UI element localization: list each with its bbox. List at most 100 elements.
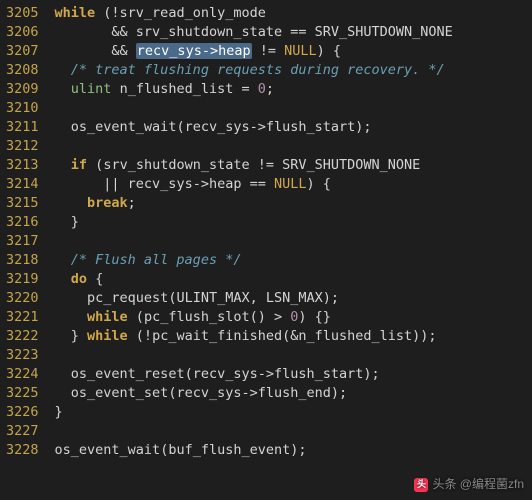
line-number: 3208 [6, 61, 39, 80]
code-line[interactable]: os_event_wait(buf_flush_event); [55, 441, 453, 460]
token-kw: if [71, 157, 87, 173]
token-op: )); [412, 328, 436, 344]
token-ident: heap [209, 176, 242, 192]
token-op: -> [250, 119, 266, 135]
token-op [55, 290, 88, 306]
token-op: ) { [317, 43, 341, 59]
token-type: ulint [71, 81, 112, 97]
token-op: ; [128, 195, 136, 211]
code-line[interactable] [55, 137, 453, 156]
token-ident: n_flushed_list [298, 328, 412, 344]
code-line[interactable]: /* Flush all pages */ [55, 251, 453, 270]
token-op: ) { [307, 176, 331, 192]
token-op: ; [266, 81, 274, 97]
token-op [111, 81, 119, 97]
line-number: 3214 [6, 175, 39, 194]
token-ident: os_event_reset [71, 366, 185, 382]
token-op: () > [250, 309, 291, 325]
token-op [55, 195, 88, 211]
token-ident: flush_end [258, 385, 331, 401]
token-ident: srv_shutdown_state [136, 24, 282, 40]
token-op [55, 309, 88, 325]
token-op [55, 157, 71, 173]
token-op: (! [95, 5, 119, 21]
code-line[interactable] [55, 99, 453, 118]
token-op [55, 271, 71, 287]
token-op [55, 366, 71, 382]
token-op: , [250, 290, 266, 306]
token-op [55, 385, 71, 401]
token-ident: pc_flush_slot [144, 309, 250, 325]
token-ident: recv_sys [193, 366, 258, 382]
token-op: } [55, 404, 63, 420]
code-line[interactable]: if (srv_shutdown_state != SRV_SHUTDOWN_N… [55, 156, 453, 175]
token-op: ); [323, 290, 339, 306]
token-op: != [252, 43, 285, 59]
line-number: 3216 [6, 213, 39, 232]
token-null: NULL [274, 176, 307, 192]
line-number: 3210 [6, 99, 39, 118]
code-line[interactable]: while (pc_flush_slot() > 0) {} [55, 308, 453, 327]
token-op: ); [290, 442, 306, 458]
code-line[interactable]: } [55, 403, 453, 422]
line-number: 3225 [6, 384, 39, 403]
code-line[interactable]: ulint n_flushed_list = 0; [55, 80, 453, 99]
code-area[interactable]: while (!srv_read_only_mode && srv_shutdo… [49, 0, 453, 500]
token-ident: srv_read_only_mode [120, 5, 266, 21]
line-number: 3206 [6, 23, 39, 42]
token-op [55, 119, 71, 135]
token-ident: n_flushed_list [120, 81, 234, 97]
code-line[interactable]: break; [55, 194, 453, 213]
token-op: == [241, 176, 274, 192]
code-editor[interactable]: 3205320632073208320932103211321232133214… [0, 0, 532, 500]
code-line[interactable]: } [55, 213, 453, 232]
token-const: SRV_SHUTDOWN_NONE [315, 24, 453, 40]
code-line[interactable] [55, 346, 453, 365]
code-line[interactable] [55, 422, 453, 441]
token-num: 0 [258, 81, 266, 97]
code-line[interactable]: os_event_reset(recv_sys->flush_start); [55, 365, 453, 384]
token-op: { [87, 271, 103, 287]
line-number: 3212 [6, 137, 39, 156]
token-ident: pc_wait_finished [152, 328, 282, 344]
token-ident: buf_flush_event [168, 442, 290, 458]
token-comment: /* treat flushing requests during recove… [55, 62, 445, 78]
code-line[interactable]: } while (!pc_wait_finished(&n_flushed_li… [55, 327, 453, 346]
token-null: NULL [284, 43, 317, 59]
token-ident: recv_sys [176, 385, 241, 401]
code-line[interactable]: || recv_sys->heap == NULL) { [55, 175, 453, 194]
code-line[interactable]: os_event_set(recv_sys->flush_end); [55, 384, 453, 403]
code-line[interactable]: while (!srv_read_only_mode [55, 4, 453, 23]
line-number: 3218 [6, 251, 39, 270]
token-op: -> [258, 366, 274, 382]
code-line[interactable]: pc_request(ULINT_MAX, LSN_MAX); [55, 289, 453, 308]
code-line[interactable] [55, 232, 453, 251]
token-op: ); [331, 385, 347, 401]
line-number: 3219 [6, 270, 39, 289]
code-line[interactable]: && recv_sys->heap != NULL) { [55, 42, 453, 61]
line-number: 3211 [6, 118, 39, 137]
token-op: } [55, 214, 79, 230]
token-op: ( [87, 157, 103, 173]
token-highlight: recv_sys->heap [136, 43, 252, 59]
code-line[interactable]: do { [55, 270, 453, 289]
line-number: 3226 [6, 403, 39, 422]
token-const: ULINT_MAX [176, 290, 249, 306]
line-number: 3224 [6, 365, 39, 384]
line-number: 3223 [6, 346, 39, 365]
token-ident: recv_sys [185, 119, 250, 135]
token-op [55, 81, 71, 97]
token-ident: srv_shutdown_state [103, 157, 249, 173]
line-number: 3228 [6, 441, 39, 460]
code-line[interactable]: os_event_wait(recv_sys->flush_start); [55, 118, 453, 137]
code-line[interactable]: /* treat flushing requests during recove… [55, 61, 453, 80]
line-number: 3222 [6, 327, 39, 346]
line-number: 3215 [6, 194, 39, 213]
token-op: -> [193, 176, 209, 192]
token-ident: os_event_wait [71, 119, 177, 135]
token-const: SRV_SHUTDOWN_NONE [282, 157, 420, 173]
watermark-text: 头条 @编程菌zfn [432, 475, 524, 494]
token-op: && [55, 24, 136, 40]
token-op: = [233, 81, 257, 97]
code-line[interactable]: && srv_shutdown_state == SRV_SHUTDOWN_NO… [55, 23, 453, 42]
